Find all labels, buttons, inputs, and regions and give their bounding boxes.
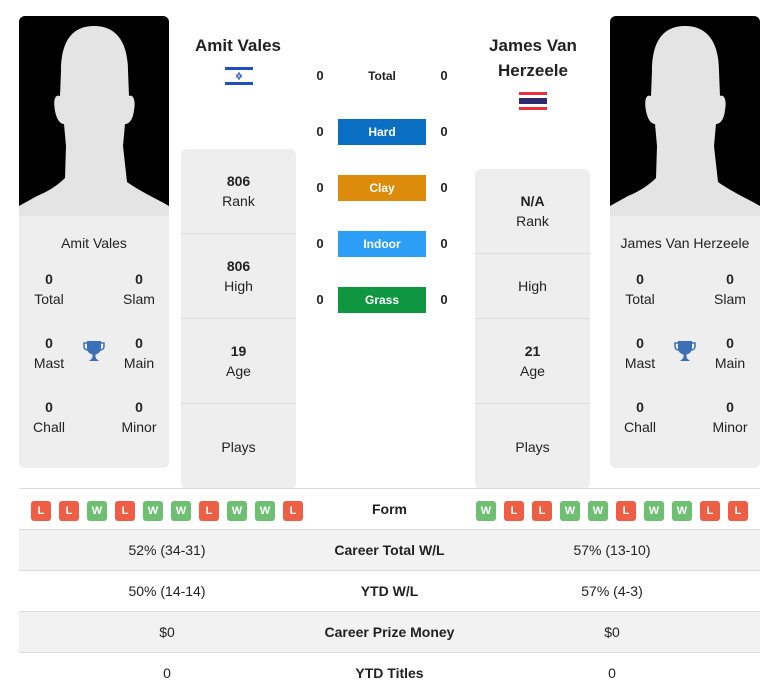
- surface-row-total: 0 Total 0: [310, 63, 460, 89]
- ytd-wl-right: 57% (4-3): [581, 583, 643, 599]
- right-player-name[interactable]: James Van Herzeele: [453, 33, 613, 83]
- left-player-photo: [19, 16, 169, 216]
- form-loss-badge[interactable]: L: [283, 501, 303, 521]
- israel-flag-icon: [225, 66, 253, 86]
- ytd-wl-label: YTD W/L: [360, 583, 419, 599]
- right-stat-rank: N/A Rank: [475, 169, 590, 254]
- right-player-card: James Van Herzeele 0 Total 0 Slam 0 Mast 0M…: [610, 16, 760, 468]
- right-form-badges: WLLWWLWWLL: [476, 501, 748, 521]
- left-titles-main: 0 Main: [123, 335, 155, 371]
- left-stat-plays: Plays: [221, 438, 256, 455]
- surface-indoor-badge: Indoor: [338, 231, 426, 257]
- form-loss-badge[interactable]: L: [31, 501, 51, 521]
- silhouette-icon: [610, 26, 760, 216]
- right-stat-plays: Plays: [515, 438, 550, 455]
- left-titles-slam: 0 Slam: [123, 271, 155, 307]
- ytd-titles-right: 0: [608, 665, 616, 681]
- left-player-card: Amit Vales 0 Total 0 Slam 0 Mast 0 Main 0 Cha…: [19, 16, 169, 468]
- form-win-badge[interactable]: W: [672, 501, 692, 521]
- surface-row-grass: 0 Grass 0: [310, 287, 460, 313]
- left-player-name[interactable]: Amit Vales: [158, 33, 318, 58]
- left-titles-mast: 0 Mast: [33, 335, 65, 371]
- form-win-badge[interactable]: W: [87, 501, 107, 521]
- surface-grass-right: 0: [440, 292, 448, 307]
- form-win-badge[interactable]: W: [171, 501, 191, 521]
- trophy-icon: [83, 341, 105, 361]
- surface-indoor-left: 0: [316, 236, 324, 251]
- ytd-wl-left: 50% (14-14): [128, 583, 206, 599]
- surface-total-label: Total: [368, 69, 396, 83]
- left-player-card-name: Amit Vales: [61, 235, 127, 251]
- form-win-badge[interactable]: W: [255, 501, 275, 521]
- form-win-badge[interactable]: W: [588, 501, 608, 521]
- form-win-badge[interactable]: W: [227, 501, 247, 521]
- form-loss-badge[interactable]: L: [700, 501, 720, 521]
- left-form-badges: LLWLWWLWWL: [31, 501, 303, 521]
- table-row: 52% (34-31) Career Total W/L 57% (13-10): [19, 530, 760, 571]
- surface-clay-left: 0: [316, 180, 324, 195]
- table-row: 0 YTD Titles 0: [19, 653, 760, 694]
- right-titles-grid: 0 Total 0 Slam 0 Mast 0 Main 0 Chall 0 Minor: [610, 269, 760, 459]
- left-titles-minor: 0 Minor: [121, 399, 157, 435]
- career-wl-left: 52% (34-31): [128, 542, 206, 558]
- surface-total-right: 0: [440, 68, 448, 83]
- right-player-photo: [610, 16, 760, 216]
- form-loss-badge[interactable]: L: [504, 501, 524, 521]
- surface-row-clay: 0 Clay 0: [310, 175, 460, 201]
- form-loss-badge[interactable]: L: [532, 501, 552, 521]
- left-stats-card: 806 Rank 806 High 19 Age Plays: [181, 149, 296, 489]
- thailand-flag-icon: [519, 91, 547, 111]
- table-row: $0 Career Prize Money $0: [19, 612, 760, 653]
- career-wl-label: Career Total W/L: [334, 542, 445, 558]
- table-row: 50% (14-14) YTD W/L 57% (4-3): [19, 571, 760, 612]
- form-loss-badge[interactable]: L: [199, 501, 219, 521]
- surface-hard-right: 0: [440, 124, 448, 139]
- career-wl-right: 57% (13-10): [573, 542, 651, 558]
- right-titles-main: 0 Main: [714, 335, 746, 371]
- right-stat-age: 21 Age: [475, 319, 590, 404]
- surface-row-indoor: 0 Indoor 0: [310, 231, 460, 257]
- form-win-badge[interactable]: W: [476, 501, 496, 521]
- right-titles-minor: 0 Minor: [712, 399, 748, 435]
- left-stat-high: 806 High: [181, 234, 296, 319]
- ytd-titles-label: YTD Titles: [355, 665, 424, 681]
- surface-row-hard: 0 Hard 0: [310, 119, 460, 145]
- left-titles-total: 0 Total: [34, 271, 64, 307]
- form-label: Form: [372, 501, 407, 517]
- form-loss-badge[interactable]: L: [616, 501, 636, 521]
- form-win-badge[interactable]: W: [644, 501, 664, 521]
- form-loss-badge[interactable]: L: [115, 501, 135, 521]
- form-loss-badge[interactable]: L: [728, 501, 748, 521]
- form-row: LLWLWWLWWL Form WLLWWLWWLL: [19, 489, 760, 530]
- form-win-badge[interactable]: W: [143, 501, 163, 521]
- right-titles-chall: 0 Chall: [624, 399, 656, 435]
- silhouette-icon: [19, 26, 169, 216]
- right-stat-high: High: [475, 254, 590, 319]
- left-titles-grid: 0 Total 0 Slam 0 Mast 0 Main 0 Chall 0 Minor: [19, 269, 169, 459]
- surface-grass-left: 0: [316, 292, 324, 307]
- left-stat-age: 19 Age: [181, 319, 296, 404]
- prize-money-label: Career Prize Money: [324, 624, 455, 640]
- left-stat-rank: 806 Rank: [181, 149, 296, 234]
- right-titles-mast: 0 Mast: [624, 335, 656, 371]
- surface-hard-left: 0: [316, 124, 324, 139]
- prize-money-left: $0: [159, 624, 175, 640]
- right-player-card-name: James Van Herzeele: [620, 235, 750, 251]
- surface-grass-badge: Grass: [338, 287, 426, 313]
- ytd-titles-left: 0: [163, 665, 171, 681]
- form-win-badge[interactable]: W: [560, 501, 580, 521]
- trophy-icon: [674, 341, 696, 361]
- right-titles-slam: 0 Slam: [714, 271, 746, 307]
- surface-indoor-right: 0: [440, 236, 448, 251]
- left-titles-chall: 0 Chall: [33, 399, 65, 435]
- surface-clay-right: 0: [440, 180, 448, 195]
- surface-clay-badge: Clay: [338, 175, 426, 201]
- surface-total-left: 0: [316, 68, 324, 83]
- comparison-table: LLWLWWLWWL Form WLLWWLWWLL 52% (34-31) C…: [19, 488, 760, 694]
- prize-money-right: $0: [604, 624, 620, 640]
- surface-hard-badge: Hard: [338, 119, 426, 145]
- right-titles-total: 0 Total: [625, 271, 655, 307]
- form-loss-badge[interactable]: L: [59, 501, 79, 521]
- right-stats-card: N/A Rank High 21 Age Plays: [475, 169, 590, 489]
